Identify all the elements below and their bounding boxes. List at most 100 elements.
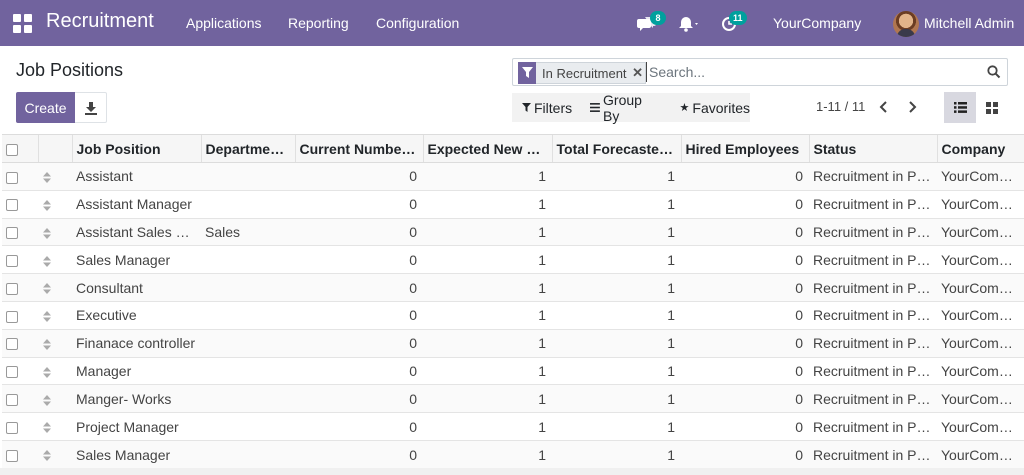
cell-total-forecasted[interactable]: 1: [552, 273, 681, 302]
cell-job-position[interactable]: Finanace controller: [72, 328, 201, 358]
table-row[interactable]: Consultant 0 1 1 0 Recruitment in Pro… YourCom…: [2, 273, 1024, 302]
cell-status[interactable]: Recruitment in Pro…: [809, 273, 937, 302]
cell-job-position[interactable]: Project Manager: [72, 412, 201, 441]
cell-expected-new[interactable]: 1: [423, 356, 552, 385]
cell-expected-new[interactable]: 1: [423, 328, 552, 358]
menu-configuration[interactable]: Configuration: [376, 15, 459, 31]
cell-total-forecasted[interactable]: 1: [552, 189, 681, 219]
select-all-checkbox[interactable]: [6, 143, 18, 156]
company-switcher[interactable]: YourCompany: [773, 15, 861, 31]
table-row[interactable]: Assistant Manager 0 1 1 0 Recruitment in Pro……: [2, 189, 1024, 219]
cell-hired-employees[interactable]: 0: [681, 162, 809, 191]
cell-total-forecasted[interactable]: 1: [552, 217, 681, 246]
cell-total-forecasted[interactable]: 1: [552, 328, 681, 358]
row-checkbox[interactable]: [6, 394, 18, 407]
cell-department[interactable]: [201, 439, 295, 469]
cell-department[interactable]: [201, 356, 295, 385]
row-checkbox[interactable]: [6, 171, 18, 184]
cell-department[interactable]: Sales: [201, 217, 295, 246]
cell-status[interactable]: Recruitment in Pro…: [809, 162, 937, 191]
app-brand[interactable]: Recruitment: [46, 10, 154, 33]
cell-current-number[interactable]: 0: [295, 328, 423, 358]
cell-hired-employees[interactable]: 0: [681, 217, 809, 246]
cell-job-position[interactable]: Assistant Manager: [72, 189, 201, 219]
chevron-right-icon[interactable]: [907, 101, 917, 113]
table-row[interactable]: Assistant 0 1 1 0 Recruitment in Pro… YourComp…: [2, 162, 1024, 191]
drag-handle-icon[interactable]: [42, 310, 52, 323]
cell-hired-employees[interactable]: 0: [681, 384, 809, 413]
cell-current-number[interactable]: 0: [295, 384, 423, 413]
list-view-button[interactable]: [944, 92, 976, 123]
cell-company[interactable]: YourCompany: [937, 439, 1024, 469]
drag-handle-icon[interactable]: [42, 366, 52, 379]
cell-status[interactable]: Recruitment in Pro…: [809, 384, 937, 413]
row-checkbox[interactable]: [6, 282, 18, 295]
cell-total-forecasted[interactable]: 1: [552, 162, 681, 191]
cell-company[interactable]: YourCompany: [937, 384, 1024, 413]
table-row[interactable]: Project Manager 0 1 1 0 Recruitment in Pro… Yo…: [2, 412, 1024, 441]
cell-department[interactable]: [201, 384, 295, 413]
drag-handle-icon[interactable]: [42, 394, 52, 407]
cell-current-number[interactable]: 0: [295, 439, 423, 469]
row-checkbox[interactable]: [6, 449, 18, 462]
table-row[interactable]: Manager 0 1 1 0 Recruitment in Pro… YourCompan…: [2, 356, 1024, 385]
cell-total-forecasted[interactable]: 1: [552, 245, 681, 274]
cell-status[interactable]: Recruitment in Pro…: [809, 245, 937, 274]
drag-handle-icon[interactable]: [42, 338, 52, 351]
cell-company[interactable]: YourCompany: [937, 273, 1024, 302]
row-checkbox[interactable]: [6, 199, 18, 212]
cell-hired-employees[interactable]: 0: [681, 412, 809, 441]
column-department[interactable]: Departmen…: [200, 134, 295, 163]
drag-handle-icon[interactable]: [42, 199, 52, 212]
row-checkbox[interactable]: [6, 255, 18, 268]
cell-expected-new[interactable]: 1: [423, 273, 552, 302]
table-row[interactable]: Sales Manager 0 1 1 0 Recruitment in Pro… Your…: [2, 439, 1024, 469]
cell-department[interactable]: [201, 245, 295, 274]
table-row[interactable]: Manger- Works 0 1 1 0 Recruitment in Pro… Your…: [2, 384, 1024, 413]
search-input[interactable]: [646, 62, 986, 82]
menu-applications[interactable]: Applications: [186, 15, 262, 31]
column-expected-new[interactable]: Expected New E…: [422, 134, 552, 163]
cell-current-number[interactable]: 0: [295, 162, 423, 191]
bell-icon[interactable]: [678, 13, 700, 35]
row-checkbox[interactable]: [6, 366, 18, 379]
row-checkbox[interactable]: [6, 338, 18, 351]
pager-value[interactable]: 1-11 / 11: [816, 99, 865, 114]
cell-company[interactable]: YourCompany: [937, 189, 1024, 219]
cell-status[interactable]: Recruitment in Pro…: [809, 217, 937, 246]
cell-hired-employees[interactable]: 0: [681, 328, 809, 358]
cell-department[interactable]: [201, 412, 295, 441]
drag-handle-icon[interactable]: [42, 171, 52, 184]
cell-status[interactable]: Recruitment in Pro…: [809, 300, 937, 330]
apps-menu-icon[interactable]: [13, 14, 32, 33]
cell-total-forecasted[interactable]: 1: [552, 300, 681, 330]
cell-current-number[interactable]: 0: [295, 189, 423, 219]
cell-status[interactable]: Recruitment in Pro…: [809, 439, 937, 469]
cell-department[interactable]: [201, 189, 295, 219]
cell-hired-employees[interactable]: 0: [681, 356, 809, 385]
cell-current-number[interactable]: 0: [295, 412, 423, 441]
cell-job-position[interactable]: Consultant: [72, 273, 201, 302]
cell-status[interactable]: Recruitment in Pro…: [809, 412, 937, 441]
create-button[interactable]: Create: [16, 92, 75, 123]
cell-department[interactable]: [201, 328, 295, 358]
column-hired-employees[interactable]: Hired Employees: [680, 134, 809, 163]
cell-job-position[interactable]: Assistant: [72, 162, 201, 191]
cell-hired-employees[interactable]: 0: [681, 189, 809, 219]
cell-job-position[interactable]: Manger- Works: [72, 384, 201, 413]
column-current-number[interactable]: Current Number …: [294, 134, 423, 163]
menu-reporting[interactable]: Reporting: [288, 15, 349, 31]
cell-current-number[interactable]: 0: [295, 245, 423, 274]
cell-total-forecasted[interactable]: 1: [552, 384, 681, 413]
cell-expected-new[interactable]: 1: [423, 189, 552, 219]
column-company[interactable]: Company: [936, 134, 1024, 163]
cell-company[interactable]: YourCompany: [937, 356, 1024, 385]
drag-handle-icon[interactable]: [42, 282, 52, 295]
user-menu[interactable]: Mitchell Admin: [924, 15, 1014, 31]
cell-company[interactable]: YourCompany: [937, 412, 1024, 441]
table-row[interactable]: Sales Manager 0 1 1 0 Recruitment in Pro… Your…: [2, 245, 1024, 274]
drag-handle-icon[interactable]: [42, 421, 52, 434]
cell-department[interactable]: [201, 300, 295, 330]
cell-department[interactable]: [201, 162, 295, 191]
cell-expected-new[interactable]: 1: [423, 217, 552, 246]
